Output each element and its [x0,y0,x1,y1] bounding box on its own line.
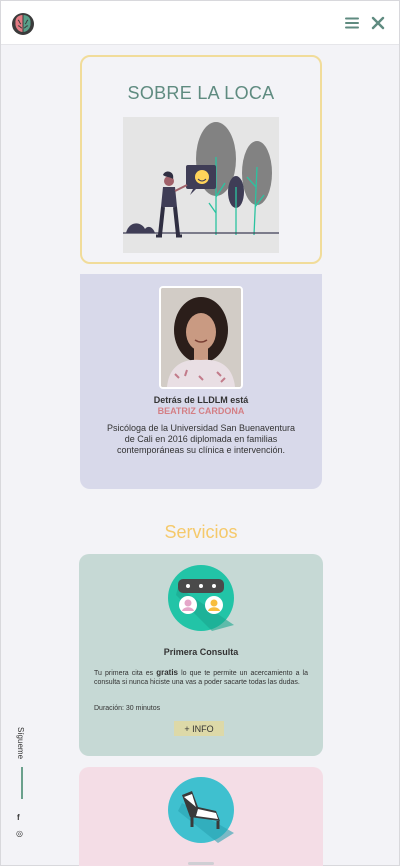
service-duration: Duración: 30 minutos [94,705,161,712]
bio-description: Psicóloga de la Universidad San Buenaven… [106,423,296,455]
profile-photo [159,286,243,389]
app-frame: Sígueme f ◎ SOBRE LA LOCA Detrás de LLDL… [0,0,400,866]
bio-name: BEATRIZ CARDONA [157,406,245,416]
about-section: SOBRE LA LOCA [80,55,322,264]
instagram-icon[interactable]: ◎ [16,829,23,838]
service-card-first-consult: Primera Consulta Tu primera cita es grat… [79,554,323,756]
brain-logo-icon[interactable] [11,12,35,36]
services-title: Servicios [164,522,238,542]
service-description: Tu primera cita es gratis lo que te perm… [94,668,309,686]
service-name: Primera Consulta [163,647,239,657]
follow-me-label: Sígueme [16,727,25,760]
close-x-icon[interactable] [370,15,386,31]
about-title: SOBRE LA LOCA [127,83,275,103]
scroll-handle[interactable] [188,862,214,865]
couch-therapy-icon [168,777,234,843]
woman-with-chat-bubble-illustration [123,117,279,253]
top-bar [1,1,399,45]
social-sidebar: Sígueme f ◎ [14,721,30,846]
bio-lead: Detrás de LLDLM está [153,395,249,405]
more-info-button[interactable]: + INFO [174,721,224,736]
sidebar-divider [21,767,23,799]
bio-section: Detrás de LLDLM está BEATRIZ CARDONA Psi… [80,274,322,489]
facebook-icon[interactable]: f [17,813,20,822]
hamburger-menu-icon[interactable] [344,15,360,31]
chat-people-icon [168,565,234,631]
service-card-second [79,767,323,866]
